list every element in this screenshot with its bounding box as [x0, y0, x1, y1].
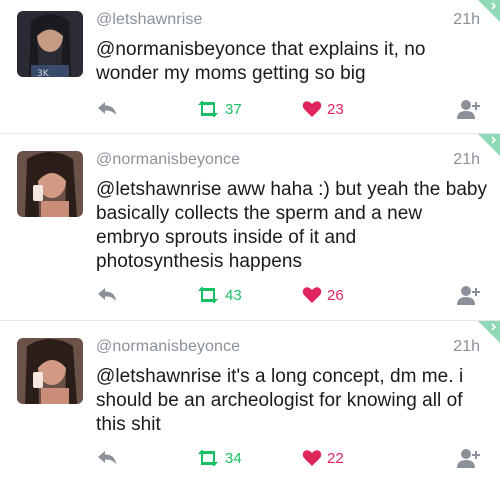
reply-icon — [98, 288, 116, 301]
like-count: 22 — [327, 449, 344, 467]
reply-icon — [98, 102, 116, 115]
timestamp: 21h — [453, 151, 480, 168]
like-count: 23 — [327, 100, 344, 118]
tweet-1[interactable]: 3K @letshawnrise 21h @normanisbeyonce th… — [0, 0, 500, 133]
like-count: 26 — [327, 286, 344, 304]
avatar[interactable]: 3K — [17, 11, 83, 77]
follow-button[interactable] — [456, 96, 482, 122]
new-tweet-corner-icon — [478, 0, 500, 22]
action-bar: 34 22 — [0, 445, 500, 471]
timestamp: 21h — [453, 11, 480, 28]
follow-icon — [457, 286, 480, 305]
follow-icon — [457, 100, 480, 119]
username[interactable]: @letshawnrise — [96, 11, 202, 29]
like-button[interactable]: 22 — [302, 445, 344, 471]
new-tweet-corner-icon — [478, 321, 500, 343]
username[interactable]: @normanisbeyonce — [96, 338, 240, 356]
username[interactable]: @normanisbeyonce — [96, 151, 240, 169]
follow-button[interactable] — [456, 445, 482, 471]
follow-icon — [457, 449, 480, 468]
heart-icon — [302, 450, 322, 466]
retweet-button[interactable]: 43 — [196, 282, 242, 308]
action-bar: 37 23 — [0, 96, 500, 122]
new-tweet-corner-icon — [478, 134, 500, 156]
retweet-button[interactable]: 37 — [196, 96, 242, 122]
tweet-feed: 3K @letshawnrise 21h @normanisbeyonce th… — [0, 0, 500, 479]
reply-button[interactable] — [96, 96, 118, 122]
retweet-icon — [198, 286, 218, 304]
tweet-text: @normanisbeyonce that explains it, no wo… — [96, 39, 426, 84]
timestamp: 21h — [453, 338, 480, 355]
retweet-icon — [198, 100, 218, 118]
tweet-3[interactable]: @normanisbeyonce 21h @letshawnrise it's … — [0, 321, 500, 479]
reply-icon — [98, 451, 116, 464]
avatar[interactable] — [17, 151, 83, 217]
retweet-button[interactable]: 34 — [196, 445, 242, 471]
avatar[interactable] — [17, 338, 83, 404]
retweet-icon — [198, 449, 218, 467]
follow-button[interactable] — [456, 282, 482, 308]
tweet-text: @letshawnrise aww haha :) but yeah the b… — [96, 179, 488, 272]
reply-button[interactable] — [96, 445, 118, 471]
tweet-2[interactable]: @normanisbeyonce 21h @letshawnrise aww h… — [0, 134, 500, 320]
svg-text:3K: 3K — [37, 69, 50, 77]
action-bar: 43 26 — [0, 282, 500, 308]
heart-icon — [302, 287, 322, 303]
retweet-count: 43 — [225, 286, 242, 304]
retweet-count: 37 — [225, 100, 242, 118]
like-button[interactable]: 23 — [302, 96, 344, 122]
reply-button[interactable] — [96, 282, 118, 308]
retweet-count: 34 — [225, 449, 242, 467]
heart-icon — [302, 101, 322, 117]
tweet-text: @letshawnrise it's a long concept, dm me… — [96, 366, 464, 435]
like-button[interactable]: 26 — [302, 282, 344, 308]
